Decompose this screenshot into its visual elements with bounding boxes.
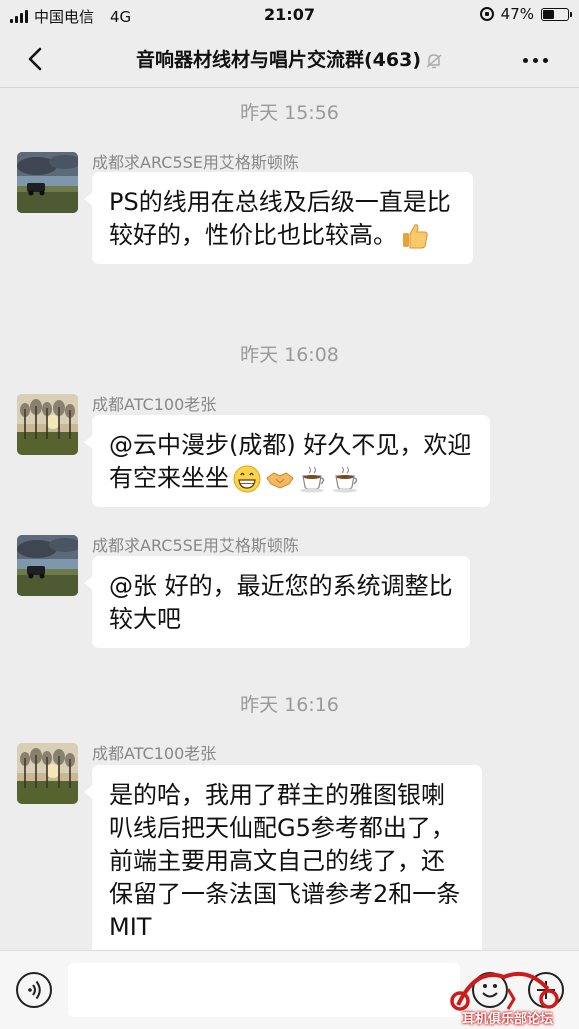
status-right: 47%	[479, 5, 572, 23]
coffee-icon	[300, 466, 325, 493]
thumbs-up-icon	[403, 224, 428, 249]
message-text: @张 好的，最近您的系统调整比较大吧	[109, 572, 453, 633]
message-text: 是的哈，我用了群主的雅图银喇叭线后把天仙配G5参考都出了，前端主要用高文自己的线…	[109, 781, 461, 941]
watermark-text: 耳机俱乐部论坛	[462, 1012, 554, 1027]
emoji-button[interactable]	[472, 972, 508, 1008]
message-bubble[interactable]: @张 好的，最近您的系统调整比较大吧	[84, 556, 470, 648]
chat-header: 音响器材线材与唱片交流群(463)	[0, 30, 579, 88]
more-options-button[interactable]	[523, 48, 555, 72]
more-dots-icon	[523, 57, 548, 63]
avatar[interactable]	[17, 535, 78, 596]
avatar[interactable]	[17, 394, 78, 455]
timestamp: 昨天 16:08	[240, 344, 339, 366]
message-input[interactable]	[68, 963, 460, 1017]
bell-off-icon	[426, 53, 442, 68]
message-bubble[interactable]: @云中漫步(成都) 好久不见，欢迎有空来坐坐	[84, 415, 490, 507]
group-title: 音响器材线材与唱片交流群(463)	[0, 45, 579, 72]
timestamp: 昨天 16:16	[240, 694, 339, 716]
avatar[interactable]	[17, 743, 78, 804]
battery-percent: 47%	[500, 5, 534, 23]
battery-icon	[541, 7, 572, 21]
avatar-car-landscape	[17, 152, 78, 213]
sender-name: 成都求ARC5SE用艾格斯顿陈	[92, 536, 299, 555]
grin-icon	[233, 465, 261, 493]
voice-icon	[28, 980, 41, 1000]
sender-name: 成都ATC100老张	[92, 395, 217, 414]
handshake-icon	[266, 472, 294, 489]
message-bubble[interactable]: 是的哈，我用了群主的雅图银喇叭线后把天仙配G5参考都出了，前端主要用高文自己的线…	[84, 765, 482, 950]
group-title-text: 音响器材线材与唱片交流群(463)	[135, 49, 422, 71]
message-list[interactable]: 昨天 15:56 成都求ARC5SE用艾格斯顿陈 PS的线用在总线及后级一直是比…	[0, 88, 579, 950]
avatar-trees-sunset	[17, 394, 78, 455]
plus-button[interactable]	[528, 972, 564, 1008]
status-bar: 中国电信 4G 21:07 47%	[0, 0, 579, 30]
avatar-car-landscape	[17, 535, 78, 596]
rotation-lock-icon	[479, 7, 494, 21]
avatar[interactable]	[17, 152, 78, 213]
coffee-icon	[333, 466, 358, 493]
smiley-icon	[482, 984, 498, 998]
sender-name: 成都求ARC5SE用艾格斯顿陈	[92, 153, 299, 172]
timestamp: 昨天 15:56	[240, 102, 339, 124]
message-bubble[interactable]: PS的线用在总线及后级一直是比较好的，性价比也比较高。	[84, 172, 473, 264]
voice-button[interactable]	[16, 972, 52, 1008]
avatar-trees-sunset	[17, 743, 78, 804]
sender-name: 成都ATC100老张	[92, 744, 217, 763]
